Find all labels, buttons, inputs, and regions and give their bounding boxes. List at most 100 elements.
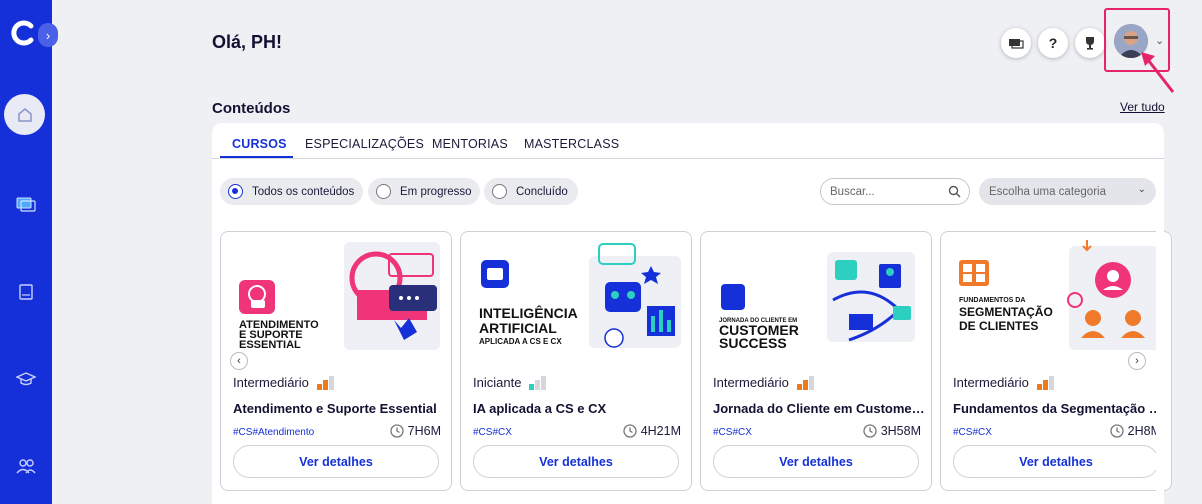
- trophy-icon: [1086, 37, 1094, 50]
- carousel-prev-button[interactable]: ‹: [230, 352, 248, 370]
- course-thumbnail: ATENDIMENTO E SUPORTE ESSENTIAL: [239, 242, 440, 351]
- radio-unselected: [492, 184, 507, 199]
- level-label: Iniciante: [473, 375, 522, 390]
- course-card[interactable]: JORNADA DO CLIENTE EM CUSTOMER SUCCESS I…: [700, 231, 932, 491]
- course-card[interactable]: ATENDIMENTO E SUPORTE ESSENTIAL Intermed…: [220, 231, 452, 491]
- app-logo: [11, 20, 34, 46]
- course-thumbnail: JORNADA DO CLIENTE EM CUSTOMER SUCCESS: [719, 252, 915, 351]
- filter-completed[interactable]: Concluído: [484, 178, 578, 205]
- duration-value: 7H6M: [407, 424, 441, 438]
- view-details-button[interactable]: Ver detalhes: [473, 445, 679, 478]
- sidebar-item-home[interactable]: [4, 94, 45, 135]
- level-label: Intermediário: [713, 375, 789, 390]
- sidebar-item-contents[interactable]: [14, 192, 38, 216]
- achievements-button[interactable]: [1075, 28, 1105, 58]
- search-input[interactable]: Buscar...: [820, 178, 970, 205]
- level-bars-icon: [529, 375, 547, 390]
- thumb-text: INTELIGÊNCIA: [479, 304, 578, 321]
- filter-label: Concluído: [516, 185, 568, 198]
- course-duration: 7H6M: [390, 424, 441, 438]
- contents-button[interactable]: [1001, 28, 1031, 58]
- course-duration: 4H21M: [623, 424, 681, 438]
- home-icon: [17, 107, 32, 122]
- tab-especializacoes[interactable]: ESPECIALIZAÇÕES: [305, 137, 424, 151]
- level-indicator: Intermediário: [713, 375, 814, 390]
- course-tags[interactable]: #CS#CX: [713, 427, 752, 438]
- help-button[interactable]: ?: [1038, 28, 1068, 58]
- course-tags[interactable]: #CS#CX: [473, 427, 512, 438]
- thumb-text: ESSENTIAL: [239, 339, 301, 351]
- tab-cursos[interactable]: CURSOS: [232, 137, 287, 151]
- course-thumbnail: FUNDAMENTOS DA SEGMENTAÇÃO DE CLIENTES: [959, 240, 1161, 350]
- filter-label: Todos os conteúdos: [252, 185, 355, 198]
- thumb-text: SUCCESS: [719, 335, 787, 351]
- level-bars-icon: [316, 375, 334, 390]
- clock-icon: [390, 424, 404, 438]
- contents-icon: [16, 197, 36, 212]
- radio-selected: [228, 184, 243, 199]
- active-tab-indicator: [220, 156, 293, 158]
- search-placeholder: Buscar...: [830, 185, 875, 198]
- radio-unselected: [376, 184, 391, 199]
- course-tags[interactable]: #CS#Atendimento: [233, 427, 314, 438]
- course-title: Fundamentos da Segmentação de Clientes: [953, 401, 1165, 416]
- sidebar: ›: [0, 0, 58, 504]
- thumb-text: SEGMENTAÇÃO: [959, 304, 1053, 319]
- course-tags[interactable]: #CS#CX: [953, 427, 992, 438]
- thumb-text: FUNDAMENTOS DA: [959, 297, 1025, 304]
- level-indicator: Intermediário: [953, 375, 1054, 390]
- graduation-icon: [16, 372, 36, 386]
- section-title: Conteúdos: [212, 100, 291, 117]
- contents-panel: CURSOS ESPECIALIZAÇÕES MENTORIAS MASTERC…: [212, 123, 1172, 504]
- course-title: IA aplicada a CS e CX: [473, 401, 607, 416]
- level-label: Intermediário: [953, 375, 1029, 390]
- people-icon: [16, 459, 36, 474]
- search-icon: [948, 185, 961, 198]
- level-bars-icon: [796, 375, 814, 390]
- thumb-text: ARTIFICIAL: [479, 320, 557, 336]
- course-card[interactable]: INTELIGÊNCIA ARTIFICIAL APLICADA A CS E …: [460, 231, 692, 491]
- thumb-text: APLICADA A CS E CX: [479, 337, 562, 346]
- tab-masterclass[interactable]: MASTERCLASS: [524, 137, 619, 151]
- chevron-down-icon: ⌄: [1137, 184, 1146, 195]
- level-label: Intermediário: [233, 375, 309, 390]
- chevron-down-icon[interactable]: ⌄: [1155, 34, 1164, 47]
- view-details-button[interactable]: Ver detalhes: [233, 445, 439, 478]
- thumb-text: DE CLIENTES: [959, 319, 1038, 333]
- duration-value: 4H21M: [640, 424, 681, 438]
- level-indicator: Iniciante: [473, 375, 547, 390]
- clock-icon: [863, 424, 877, 438]
- course-duration: 2H8M: [1110, 424, 1161, 438]
- ticket-icon: [1009, 39, 1024, 49]
- view-details-button[interactable]: Ver detalhes: [713, 445, 919, 478]
- filter-label: Em progresso: [400, 185, 472, 198]
- chevron-right-icon: ›: [1135, 355, 1139, 367]
- see-all-link[interactable]: Ver tudo: [1120, 100, 1165, 114]
- category-select[interactable]: Escolha uma categoria ⌄: [979, 178, 1156, 205]
- chevron-left-icon: ‹: [237, 355, 241, 367]
- content-tabs: CURSOS ESPECIALIZAÇÕES MENTORIAS MASTERC…: [212, 123, 1164, 159]
- course-duration: 3H58M: [863, 424, 921, 438]
- clock-icon: [1110, 424, 1124, 438]
- sidebar-item-courses[interactable]: [14, 367, 38, 391]
- carousel-next-button[interactable]: ›: [1128, 352, 1146, 370]
- greeting: Olá, PH!: [212, 32, 283, 52]
- level-indicator: Intermediário: [233, 375, 334, 390]
- course-title: Jornada do Cliente em Customer Success: [713, 401, 925, 416]
- filter-in-progress[interactable]: Em progresso: [368, 178, 480, 205]
- pointer-arrow-icon: [1141, 52, 1175, 93]
- book-icon: [19, 284, 33, 300]
- sidebar-item-community[interactable]: [14, 454, 38, 478]
- sidebar-item-library[interactable]: [14, 280, 38, 304]
- duration-value: 3H58M: [880, 424, 921, 438]
- filter-all[interactable]: Todos os conteúdos: [220, 178, 363, 205]
- course-title: Atendimento e Suporte Essential: [233, 401, 437, 416]
- carousel-clip: [1156, 223, 1164, 504]
- category-placeholder: Escolha uma categoria: [989, 185, 1106, 198]
- level-bars-icon: [1036, 375, 1054, 390]
- tab-mentorias[interactable]: MENTORIAS: [432, 137, 508, 151]
- course-thumbnail: INTELIGÊNCIA ARTIFICIAL APLICADA A CS E …: [479, 243, 681, 348]
- clock-icon: [623, 424, 637, 438]
- sidebar-expand-button[interactable]: ›: [38, 23, 58, 47]
- view-details-button[interactable]: Ver detalhes: [953, 445, 1159, 478]
